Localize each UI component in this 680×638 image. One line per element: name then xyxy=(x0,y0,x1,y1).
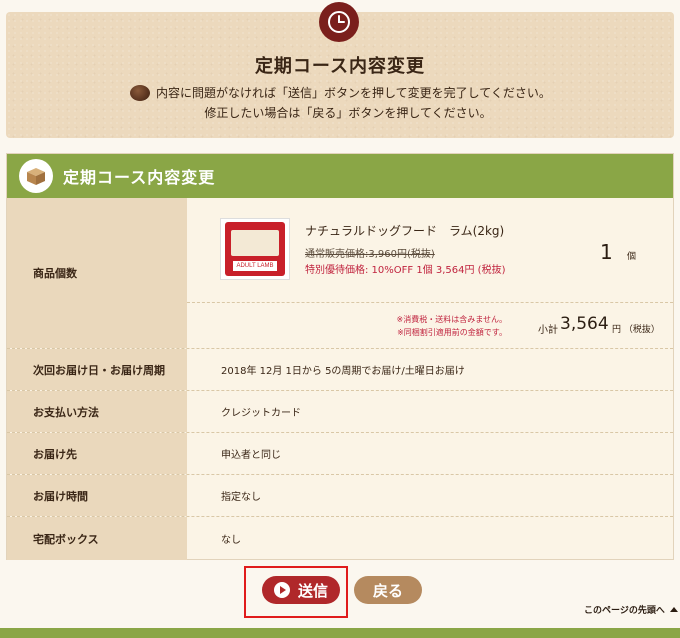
subtotal-label: 小計 xyxy=(538,325,558,336)
section-header: 定期コース内容変更 xyxy=(7,154,673,198)
delivery-address-row: お届け先 申込者と同じ xyxy=(7,433,673,475)
package-box-icon xyxy=(19,159,53,193)
send-button-label: 送信 xyxy=(297,581,328,600)
delivery-schedule-label: 次回お届け日・お届け周期 xyxy=(7,349,187,390)
arrow-up-icon xyxy=(669,607,678,612)
delivery-time-value: 指定なし xyxy=(221,492,261,503)
delivery-address-label: お届け先 xyxy=(7,433,187,474)
delivery-box-row: 宅配ボックス なし xyxy=(7,517,673,560)
page-title: 定期コース内容変更 xyxy=(254,56,426,77)
delivery-time-label: お届け時間 xyxy=(7,475,187,516)
payment-method-row: お支払い方法 クレジットカード xyxy=(7,391,673,433)
regular-price: 通常販売価格:3,960円(税抜) xyxy=(305,249,435,260)
instruction-line-1: 内容に問題がなければ「送信」ボタンを押して変更を完了してください。 xyxy=(130,84,551,101)
product-row: 商品個数 ADULT LAMB ナチュラルドッグフード ラム(2kg) 通常販売… xyxy=(7,198,673,349)
quantity-unit: 個 xyxy=(627,252,637,262)
product-image: ADULT LAMB xyxy=(220,218,290,280)
page-top-label: このページの先頭へ xyxy=(584,606,665,616)
delivery-schedule-row: 次回お届け日・お届け周期 2018年 12月 1日から 5の周期でお届け/土曜日… xyxy=(7,349,673,391)
special-price: 特別優待価格: 10%OFF 1個 3,564円 (税抜) xyxy=(305,265,506,276)
course-change-section: 定期コース内容変更 商品個数 ADULT LAMB ナチュラルドッグフード ラム… xyxy=(6,153,674,560)
product-name: ナチュラルドッグフード ラム(2kg) xyxy=(305,224,505,238)
section-title: 定期コース内容変更 xyxy=(63,168,216,187)
instruction-line-2: 修正したい場合は「戻る」ボタンを押してください。 xyxy=(204,106,492,120)
back-button[interactable]: 戻る xyxy=(354,576,422,604)
product-quantity: 1 xyxy=(600,240,613,264)
bag-label: ADULT LAMB xyxy=(233,261,277,271)
delivery-box-value: なし xyxy=(221,535,241,546)
page-top-link[interactable]: このページの先頭へ xyxy=(584,603,678,616)
dog-food-bag-image: ADULT LAMB xyxy=(225,222,285,276)
payment-method-value: クレジットカード xyxy=(221,408,301,419)
divider xyxy=(187,302,673,303)
play-icon xyxy=(273,582,290,598)
footer-bar xyxy=(0,628,680,638)
delivery-schedule-value: 2018年 12月 1日から 5の周期でお届け/土曜日お届け xyxy=(221,366,465,377)
back-button-label: 戻る xyxy=(372,581,403,600)
coffee-bean-icon xyxy=(130,84,150,101)
delivery-box-label: 宅配ボックス xyxy=(7,517,187,560)
instruction-text-1: 内容に問題がなければ「送信」ボタンを押して変更を完了してください。 xyxy=(156,86,551,100)
delivery-time-row: お届け時間 指定なし xyxy=(7,475,673,517)
subtotal-value: 3,564 xyxy=(560,314,609,334)
product-label: 商品個数 xyxy=(7,198,187,348)
subtotal-unit: 円 （税抜） xyxy=(612,325,660,335)
send-button[interactable]: 送信 xyxy=(262,576,340,604)
discount-note: ※同梱割引適用前の金額です。 xyxy=(397,328,507,337)
tax-note: ※消費税・送料は含みません。 xyxy=(396,315,507,324)
payment-method-label: お支払い方法 xyxy=(7,391,187,432)
delivery-address-value: 申込者と同じ xyxy=(221,450,281,461)
clock-icon xyxy=(319,2,359,42)
